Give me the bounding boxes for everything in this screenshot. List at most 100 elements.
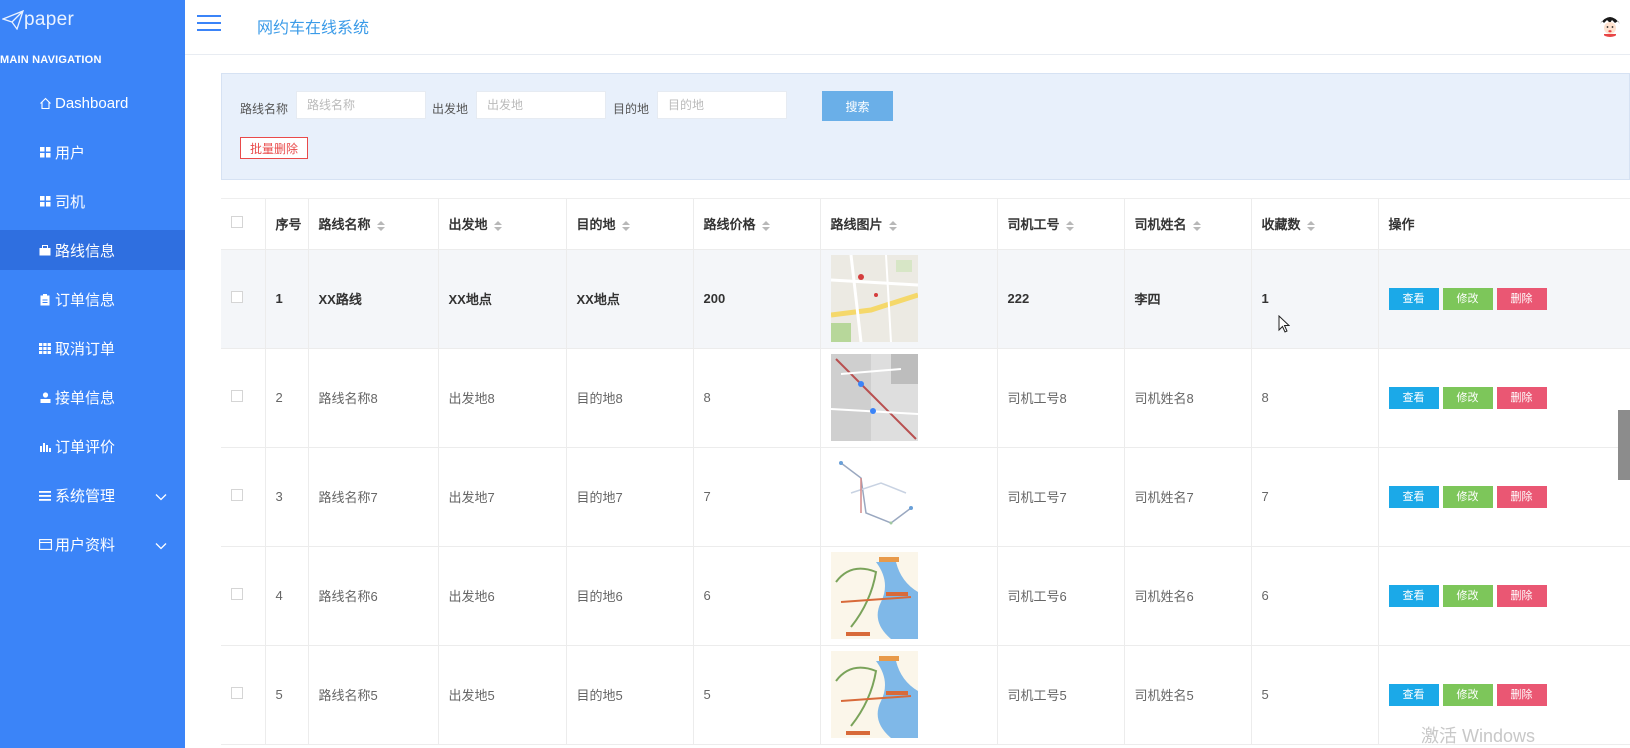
row-checkbox[interactable] bbox=[231, 687, 243, 699]
activate-windows-watermark: 激活 Windows bbox=[1421, 726, 1536, 746]
sidebar-item-label: 用户资料 bbox=[55, 537, 116, 554]
sidebar-item-user-profile[interactable]: 用户资料 bbox=[0, 520, 185, 569]
avatar[interactable] bbox=[1598, 13, 1622, 37]
mouse-cursor-icon bbox=[1278, 315, 1290, 333]
sidebar-item-cancel-orders[interactable]: 取消订单 bbox=[0, 324, 185, 373]
col-label: 司机工号 bbox=[1007, 217, 1060, 233]
row-select-cell bbox=[221, 348, 266, 448]
table-row[interactable]: 4 路线名称6 出发地6 目的地6 6 司机工号6 司机姓名6 6 查看 修改 … bbox=[221, 546, 1630, 646]
cell-actions: 查看 修改 删除 bbox=[1378, 546, 1630, 646]
search-button[interactable]: 搜索 bbox=[822, 91, 893, 121]
cell-route-name: 路线名称6 bbox=[308, 546, 439, 646]
table-row[interactable]: 1 XX路线 XX地点 XX地点 200 222 李四 1 查看 修改 删除 bbox=[221, 249, 1630, 349]
grid-icon bbox=[38, 146, 52, 160]
sidebar-item-label: Dashboard bbox=[55, 95, 129, 112]
delete-button[interactable]: 删除 bbox=[1496, 485, 1547, 508]
cell-price: 5 bbox=[693, 645, 821, 745]
select-all-checkbox[interactable] bbox=[231, 216, 243, 229]
cell-price: 7 bbox=[693, 447, 821, 547]
destination-input[interactable] bbox=[657, 91, 787, 119]
departure-input[interactable] bbox=[476, 91, 606, 119]
view-button[interactable]: 查看 bbox=[1388, 584, 1439, 607]
sidebar-item-label: 用户 bbox=[55, 145, 86, 162]
sidebar-item-dashboard[interactable]: Dashboard bbox=[0, 79, 185, 128]
col-price[interactable]: 路线价格 bbox=[693, 199, 821, 250]
sidebar-item-accept-orders[interactable]: 接单信息 bbox=[0, 373, 185, 422]
cell-departure: XX地点 bbox=[438, 249, 567, 349]
user-icon bbox=[38, 391, 52, 405]
col-destination[interactable]: 目的地 bbox=[566, 199, 694, 250]
cell-favorites: 6 bbox=[1251, 546, 1379, 646]
col-route-name[interactable]: 路线名称 bbox=[308, 199, 439, 250]
delete-button[interactable]: 删除 bbox=[1496, 683, 1547, 706]
sort-icon[interactable] bbox=[1192, 220, 1201, 231]
row-checkbox[interactable] bbox=[231, 588, 243, 600]
sort-icon[interactable] bbox=[761, 220, 770, 231]
chevron-down-icon bbox=[155, 488, 167, 505]
sort-icon[interactable] bbox=[1065, 220, 1074, 231]
cell-departure: 出发地7 bbox=[438, 447, 567, 547]
table-row[interactable]: 3 路线名称7 出发地7 目的地7 7 司机工号7 司机姓名7 7 查看 修改 … bbox=[221, 447, 1630, 547]
select-all-cell bbox=[221, 199, 266, 250]
vertical-scrollbar[interactable] bbox=[1618, 410, 1630, 480]
col-favorites[interactable]: 收藏数 bbox=[1251, 199, 1379, 250]
view-button[interactable]: 查看 bbox=[1388, 386, 1439, 409]
cell-index: 2 bbox=[265, 348, 309, 448]
col-label: 路线名称 bbox=[318, 217, 371, 233]
edit-button[interactable]: 修改 bbox=[1442, 485, 1493, 508]
edit-button[interactable]: 修改 bbox=[1442, 287, 1493, 310]
cell-destination: XX地点 bbox=[566, 249, 694, 349]
sort-icon[interactable] bbox=[376, 220, 385, 231]
col-departure[interactable]: 出发地 bbox=[438, 199, 567, 250]
route-name-input[interactable] bbox=[296, 91, 426, 119]
sort-icon[interactable] bbox=[888, 220, 897, 231]
col-driver-name[interactable]: 司机姓名 bbox=[1124, 199, 1252, 250]
view-button[interactable]: 查看 bbox=[1388, 485, 1439, 508]
delete-button[interactable]: 删除 bbox=[1496, 386, 1547, 409]
menu-toggle-icon[interactable] bbox=[197, 15, 221, 33]
edit-button[interactable]: 修改 bbox=[1442, 584, 1493, 607]
route-map-thumbnail[interactable] bbox=[830, 255, 918, 342]
sort-icon[interactable] bbox=[493, 220, 502, 231]
edit-button[interactable]: 修改 bbox=[1442, 386, 1493, 409]
table-row[interactable]: 5 路线名称5 出发地5 目的地5 5 司机工号5 司机姓名5 5 查看 修改 … bbox=[221, 645, 1630, 745]
sidebar-item-label: 路线信息 bbox=[55, 242, 116, 260]
cell-driver-id: 司机工号6 bbox=[997, 546, 1125, 646]
col-image[interactable]: 路线图片 bbox=[820, 199, 998, 250]
batch-delete-button[interactable]: 批量删除 bbox=[240, 137, 308, 159]
search-panel: 路线名称 出发地 目的地 搜索 批量删除 bbox=[221, 73, 1630, 180]
cell-favorites: 1 bbox=[1251, 249, 1379, 349]
sidebar-item-users[interactable]: 用户 bbox=[0, 128, 185, 177]
delete-button[interactable]: 删除 bbox=[1496, 287, 1547, 310]
cell-actions: 查看 修改 删除 bbox=[1378, 348, 1630, 448]
sort-icon[interactable] bbox=[621, 220, 630, 231]
cell-price: 6 bbox=[693, 546, 821, 646]
row-checkbox[interactable] bbox=[231, 489, 243, 501]
view-button[interactable]: 查看 bbox=[1388, 683, 1439, 706]
cell-route-name: 路线名称7 bbox=[308, 447, 439, 547]
row-checkbox[interactable] bbox=[231, 291, 243, 303]
route-name-label: 路线名称 bbox=[240, 102, 289, 116]
sidebar-item-system-management[interactable]: 系统管理 bbox=[0, 471, 185, 520]
delete-button[interactable]: 删除 bbox=[1496, 584, 1547, 607]
route-map-thumbnail[interactable] bbox=[830, 552, 918, 639]
col-driver-id[interactable]: 司机工号 bbox=[997, 199, 1125, 250]
row-checkbox[interactable] bbox=[231, 390, 243, 402]
sort-icon[interactable] bbox=[1306, 220, 1315, 231]
route-map-thumbnail[interactable] bbox=[830, 453, 918, 540]
sidebar-item-order-reviews[interactable]: 订单评价 bbox=[0, 422, 185, 471]
route-map-thumbnail[interactable] bbox=[830, 354, 918, 441]
table-row[interactable]: 2 路线名称8 出发地8 目的地8 8 司机工号8 司机姓名8 8 查看 修改 … bbox=[221, 348, 1630, 448]
edit-button[interactable]: 修改 bbox=[1442, 683, 1493, 706]
sidebar-item-label: 司机 bbox=[55, 194, 86, 211]
view-button[interactable]: 查看 bbox=[1388, 287, 1439, 310]
route-map-thumbnail[interactable] bbox=[830, 651, 918, 738]
cell-actions: 查看 修改 删除 bbox=[1378, 249, 1630, 349]
sidebar-item-drivers[interactable]: 司机 bbox=[0, 177, 185, 226]
sidebar-item-orders[interactable]: 订单信息 bbox=[0, 275, 185, 324]
app-logo[interactable]: paper bbox=[0, 6, 74, 34]
cell-image bbox=[820, 645, 998, 745]
sidebar-item-label: 订单信息 bbox=[55, 292, 116, 309]
cell-departure: 出发地8 bbox=[438, 348, 567, 448]
sidebar-item-routes[interactable]: 路线信息 bbox=[0, 230, 195, 270]
